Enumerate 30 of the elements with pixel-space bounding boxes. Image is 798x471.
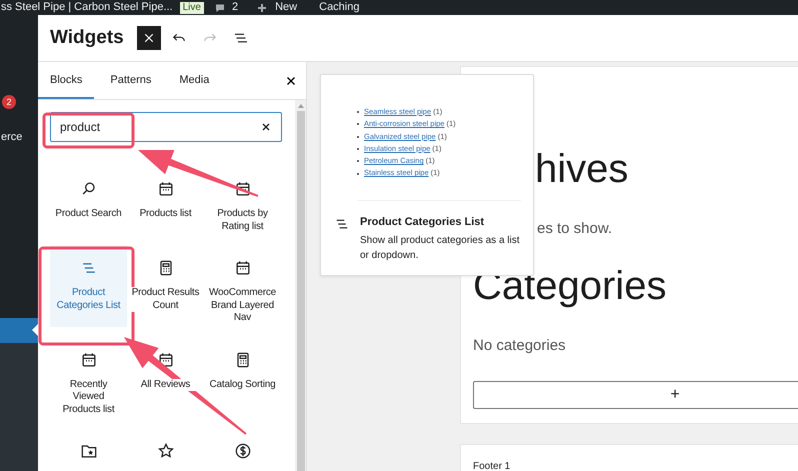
block-title: Product Categories List [360, 214, 486, 230]
tab[interactable]: Blocks [38, 62, 94, 99]
site-title[interactable]: ss Steel Pipe | Carbon Steel Pipe... [1, 1, 173, 14]
clear-icon [260, 121, 272, 133]
caching-link[interactable]: Caching [319, 1, 360, 14]
pointer-icon [32, 324, 38, 336]
close-button[interactable] [136, 26, 161, 50]
heading: hives [535, 146, 630, 192]
widget-area-title: Footer 1 [473, 460, 512, 471]
search-field[interactable]: product [50, 112, 282, 142]
clear-button[interactable] [260, 121, 272, 133]
dollar-icon [232, 441, 252, 461]
tab[interactable]: Patterns [98, 62, 164, 99]
new-link[interactable]: New [256, 1, 298, 14]
live-badge: Live [180, 2, 204, 14]
paragraph: No categories [473, 336, 567, 356]
menu-item[interactable]: erce [1, 130, 22, 144]
comment-icon [214, 2, 226, 14]
heading: Categories [473, 263, 668, 309]
comments-link[interactable]: 2 [214, 1, 238, 14]
plus-icon [256, 2, 268, 14]
add-block-button[interactable]: + [473, 381, 798, 409]
page-title: Widgets [50, 27, 124, 49]
block-item[interactable]: Product Categories List [50, 245, 127, 326]
paragraph: es to show. [537, 219, 614, 239]
tab[interactable]: Media [167, 62, 222, 99]
scrollbar[interactable] [295, 100, 306, 471]
block-description: Show all product categories as a list or dropdown. [360, 234, 521, 263]
notification-badge: 2 [2, 95, 16, 109]
menu-item-highlight[interactable] [0, 318, 38, 343]
